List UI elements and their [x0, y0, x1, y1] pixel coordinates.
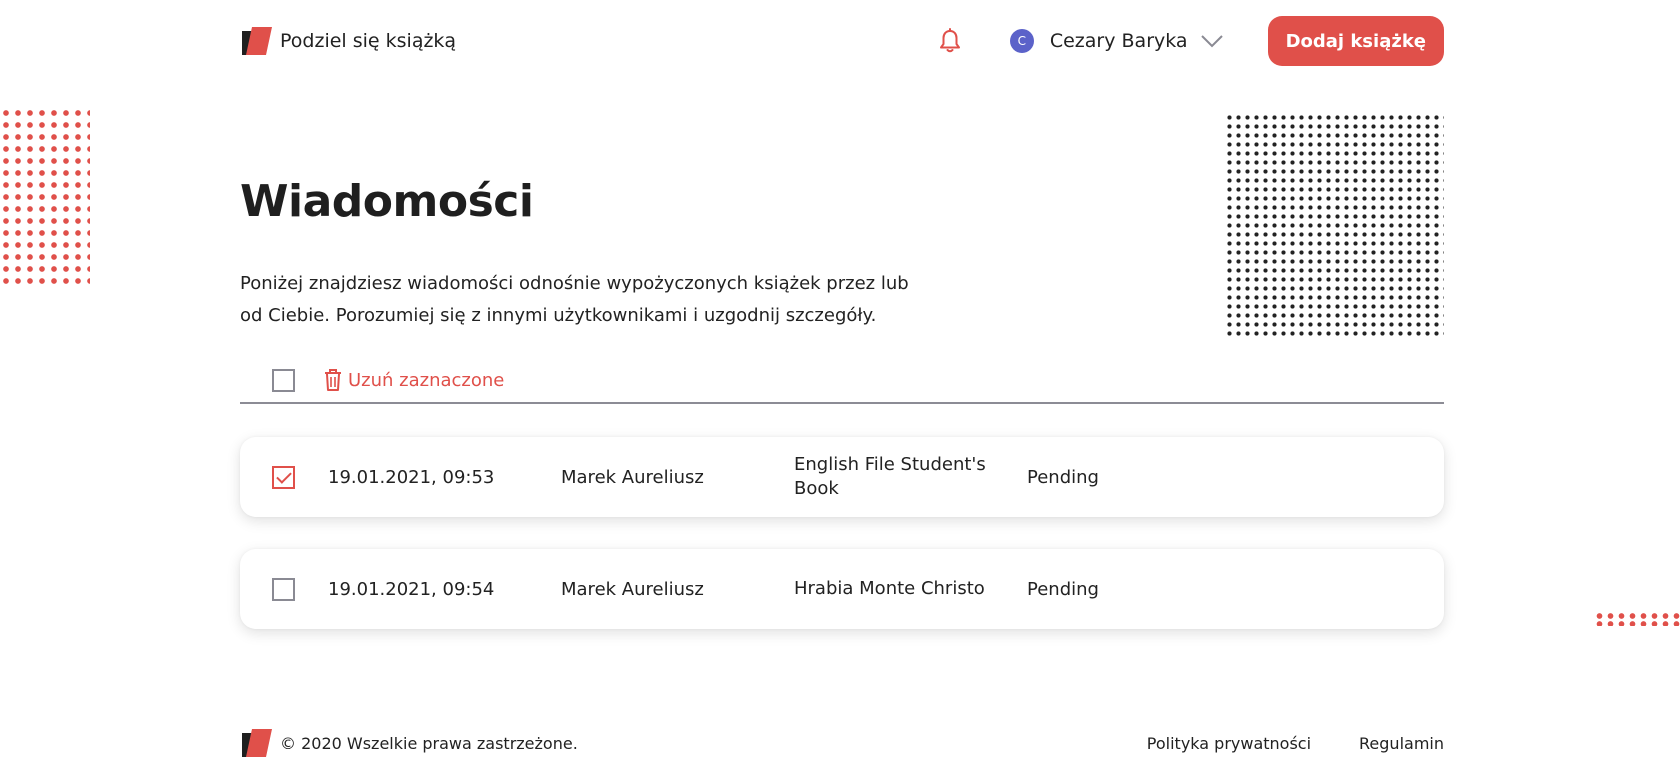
message-date: 19.01.2021, 09:54	[328, 578, 495, 600]
logo[interactable]: Podziel się książką	[240, 25, 456, 57]
decorative-dots-pattern	[1225, 113, 1444, 337]
decorative-dots-right	[1594, 612, 1680, 626]
terms-link[interactable]: Regulamin	[1359, 734, 1444, 753]
privacy-policy-link[interactable]: Polityka prywatności	[1147, 734, 1311, 753]
message-checkbox[interactable]	[272, 577, 295, 601]
message-row[interactable]: 19.01.2021, 09:54 Marek Aureliusz Hrabia…	[240, 549, 1444, 629]
message-book: English File Student's Book	[794, 454, 986, 499]
trash-icon	[325, 369, 341, 391]
message-row[interactable]: 19.01.2021, 09:53 Marek Aureliusz Englis…	[240, 437, 1444, 517]
user-name: Cezary Baryka	[1049, 30, 1188, 52]
page-description: Poniżej znajdziesz wiadomości odnośnie w…	[240, 273, 909, 326]
decorative-dots-left	[0, 107, 90, 289]
message-date: 19.01.2021, 09:53	[328, 466, 495, 488]
copyright: © 2020 Wszelkie prawa zastrzeżone.	[280, 733, 578, 753]
avatar: C	[1009, 29, 1034, 53]
footer: © 2020 Wszelkie prawa zastrzeżone. Polit…	[240, 726, 1444, 760]
user-menu[interactable]: C Cezary Baryka	[1009, 29, 1224, 53]
bell-icon[interactable]	[938, 28, 962, 54]
message-status: Pending	[1027, 578, 1099, 600]
chevron-down-icon	[1200, 35, 1223, 48]
message-book: Hrabia Monte Christo	[794, 578, 985, 599]
page: Podziel się książką C Cezary Baryka Doda…	[0, 0, 1680, 771]
brand-name: Podziel się książką	[280, 30, 457, 52]
page-title: Wiadomości	[240, 176, 534, 227]
book-logo-icon	[242, 27, 272, 55]
messages-toolbar: Uzuń zaznaczone	[240, 360, 1444, 404]
messages-list: 19.01.2021, 09:53 Marek Aureliusz Englis…	[240, 437, 1444, 661]
delete-selected-label: Uzuń zaznaczone	[348, 369, 505, 391]
select-all-checkbox[interactable]	[272, 368, 295, 392]
message-status: Pending	[1027, 466, 1099, 488]
message-user: Marek Aureliusz	[561, 578, 704, 600]
message-checkbox[interactable]	[272, 465, 295, 489]
add-book-button[interactable]: Dodaj książkę	[1267, 16, 1444, 66]
book-logo-icon	[242, 729, 272, 757]
delete-selected-button[interactable]: Uzuń zaznaczone	[324, 369, 504, 391]
header: Podziel się książką C Cezary Baryka Doda…	[240, 16, 1444, 66]
message-user: Marek Aureliusz	[561, 466, 704, 488]
